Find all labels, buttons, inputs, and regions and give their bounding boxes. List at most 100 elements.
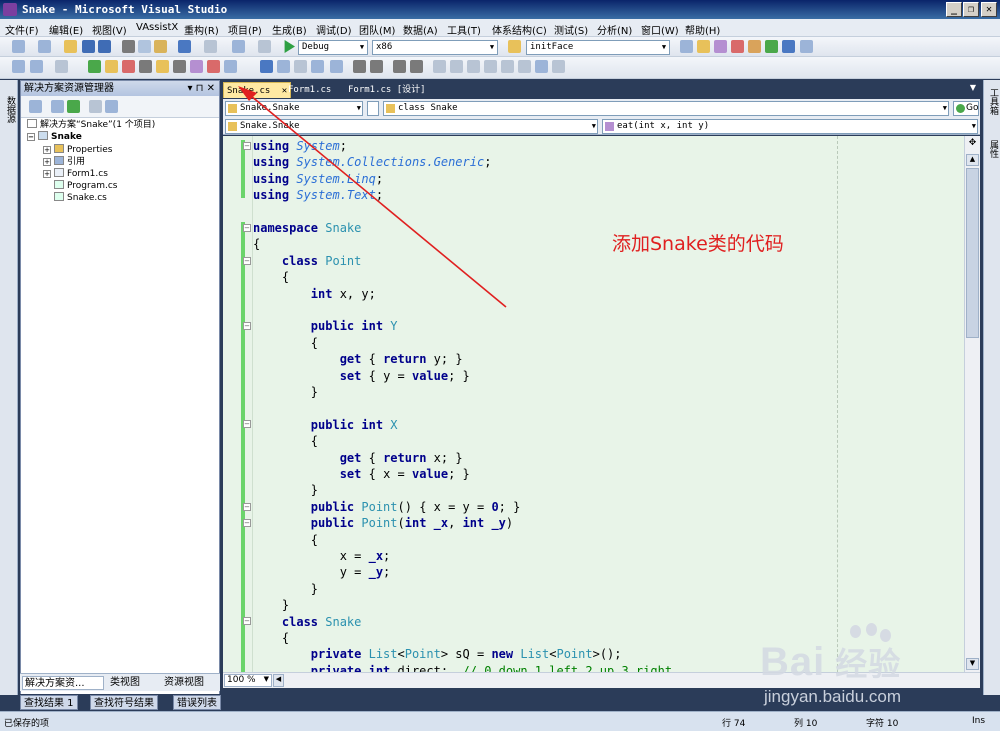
- menu-help[interactable]: 帮助(H): [685, 22, 720, 37]
- tool-icon[interactable]: [139, 60, 152, 73]
- editor-vertical-scrollbar[interactable]: ✥ ▲ ▼: [964, 136, 980, 672]
- tree-project[interactable]: − Snake: [27, 131, 82, 143]
- navigate-back-icon[interactable]: [232, 40, 245, 53]
- code-line[interactable]: public Point() { x = y = 0; }: [253, 499, 521, 515]
- expand-icon[interactable]: +: [43, 158, 51, 166]
- code-line[interactable]: x = _x;: [253, 548, 391, 564]
- uncomment-icon[interactable]: [410, 60, 423, 73]
- code-line[interactable]: y = _y;: [253, 564, 391, 580]
- menu-edit[interactable]: 编辑(E): [49, 22, 83, 37]
- bookmark-icon[interactable]: [122, 60, 135, 73]
- layout-icon[interactable]: [12, 60, 25, 73]
- toolbox-icon[interactable]: [748, 40, 761, 53]
- redo-icon[interactable]: [204, 40, 217, 53]
- expand-icon[interactable]: +: [43, 146, 51, 154]
- show-all-files-icon[interactable]: [51, 100, 64, 113]
- configuration-select[interactable]: Debug ▼: [298, 40, 368, 55]
- class-icon[interactable]: [173, 60, 186, 73]
- properties-icon[interactable]: [29, 100, 42, 113]
- properties-tab[interactable]: 属性: [987, 140, 1000, 158]
- tree-item-references[interactable]: + 引用: [43, 156, 85, 168]
- code-line[interactable]: }: [253, 581, 318, 597]
- word-complete-icon[interactable]: [330, 60, 343, 73]
- align-icon[interactable]: [30, 60, 43, 73]
- refresh-icon[interactable]: [67, 100, 80, 113]
- save-icon[interactable]: [82, 40, 95, 53]
- go-button[interactable]: Go: [953, 101, 979, 116]
- find-in-files-icon[interactable]: [508, 40, 521, 53]
- view-code-icon[interactable]: [89, 100, 102, 113]
- menu-refactor[interactable]: 重构(R): [184, 22, 219, 37]
- code-line[interactable]: {: [253, 335, 318, 351]
- menu-debug[interactable]: 调试(D): [316, 22, 352, 37]
- code-line[interactable]: private int direct; // 0 down 1 left 2 u…: [253, 663, 672, 672]
- data-sources-strip[interactable]: 数据源: [0, 80, 18, 695]
- menu-architecture[interactable]: 体系结构(C): [492, 22, 547, 37]
- decrease-indent-icon[interactable]: [353, 60, 366, 73]
- minimize-button[interactable]: _: [946, 2, 962, 17]
- next-bookmark-icon[interactable]: [467, 60, 480, 73]
- method-icon[interactable]: [190, 60, 203, 73]
- snippet-icon[interactable]: [207, 60, 220, 73]
- expand-icon[interactable]: +: [43, 170, 51, 178]
- zoom-select[interactable]: 100 % ▼: [224, 674, 272, 687]
- prev-bookmark-folder-icon[interactable]: [484, 60, 497, 73]
- code-line[interactable]: public int X: [253, 417, 398, 433]
- code-line[interactable]: }: [253, 384, 318, 400]
- undo-icon[interactable]: [178, 40, 191, 53]
- toolbox-tab[interactable]: 工具箱: [987, 88, 1000, 115]
- code-line[interactable]: public Point(int _x, int _y): [253, 515, 513, 531]
- comment-icon[interactable]: [393, 60, 406, 73]
- open-file-icon[interactable]: [64, 40, 77, 53]
- tree-item-snake[interactable]: Snake.cs: [54, 192, 107, 204]
- start-page-icon[interactable]: [765, 40, 778, 53]
- code-line[interactable]: {: [253, 630, 289, 646]
- properties-icon[interactable]: [714, 40, 727, 53]
- collapse-icon[interactable]: −: [243, 322, 251, 330]
- code-line[interactable]: get { return y; }: [253, 351, 463, 367]
- clear-bookmarks-icon[interactable]: [518, 60, 531, 73]
- code-line[interactable]: {: [253, 532, 318, 548]
- copy-icon[interactable]: [138, 40, 151, 53]
- increase-indent-icon[interactable]: [370, 60, 383, 73]
- next-bookmark-folder-icon[interactable]: [501, 60, 514, 73]
- menu-project[interactable]: 项目(P): [228, 22, 262, 37]
- code-line[interactable]: set { y = value; }: [253, 368, 470, 384]
- panel-pin-close[interactable]: ▾ ⊓ ✕: [187, 81, 215, 96]
- format-icon[interactable]: [55, 60, 68, 73]
- tab-resource-view[interactable]: 资源视图: [162, 676, 204, 690]
- menu-file[interactable]: 文件(F): [5, 22, 39, 37]
- collapse-icon[interactable]: −: [243, 519, 251, 527]
- code-line[interactable]: }: [253, 482, 318, 498]
- add-item-icon[interactable]: [38, 40, 51, 53]
- menu-vassistx[interactable]: VAssistX: [136, 22, 178, 33]
- refactor-icon[interactable]: [224, 60, 237, 73]
- data-sources-tab[interactable]: 数据源: [4, 96, 17, 123]
- collapse-icon[interactable]: −: [243, 503, 251, 511]
- start-debugging-icon[interactable]: [284, 40, 295, 53]
- command-window-icon[interactable]: [800, 40, 813, 53]
- cut-icon[interactable]: [122, 40, 135, 53]
- find-icon[interactable]: [680, 40, 693, 53]
- quick-info-icon[interactable]: [311, 60, 324, 73]
- code-line[interactable]: }: [253, 597, 289, 613]
- chevron-down-icon[interactable]: ▼: [970, 83, 976, 92]
- folder-icon[interactable]: [105, 60, 118, 73]
- code-line[interactable]: set { x = value; }: [253, 466, 470, 482]
- solution-explorer-icon[interactable]: [697, 40, 710, 53]
- members-icon[interactable]: [277, 60, 290, 73]
- class-diagram-icon[interactable]: [105, 100, 118, 113]
- menu-analyze[interactable]: 分析(N): [597, 22, 632, 37]
- collapse-icon[interactable]: −: [243, 420, 251, 428]
- scroll-left-icon[interactable]: ◀: [273, 674, 284, 687]
- bookmark-toggle-icon[interactable]: [433, 60, 446, 73]
- collapse-icon[interactable]: −: [27, 133, 35, 141]
- member-combo[interactable]: eat(int x, int y) ▼: [602, 119, 978, 134]
- code-line[interactable]: {: [253, 433, 318, 449]
- tab-error-list[interactable]: 错误列表: [173, 695, 221, 710]
- tab-solution-explorer[interactable]: 解决方案资...: [22, 676, 104, 690]
- scrollbar-thumb[interactable]: [966, 168, 979, 338]
- menu-test[interactable]: 测试(S): [554, 22, 588, 37]
- parameter-info-icon[interactable]: [294, 60, 307, 73]
- menu-team[interactable]: 团队(M): [359, 22, 395, 37]
